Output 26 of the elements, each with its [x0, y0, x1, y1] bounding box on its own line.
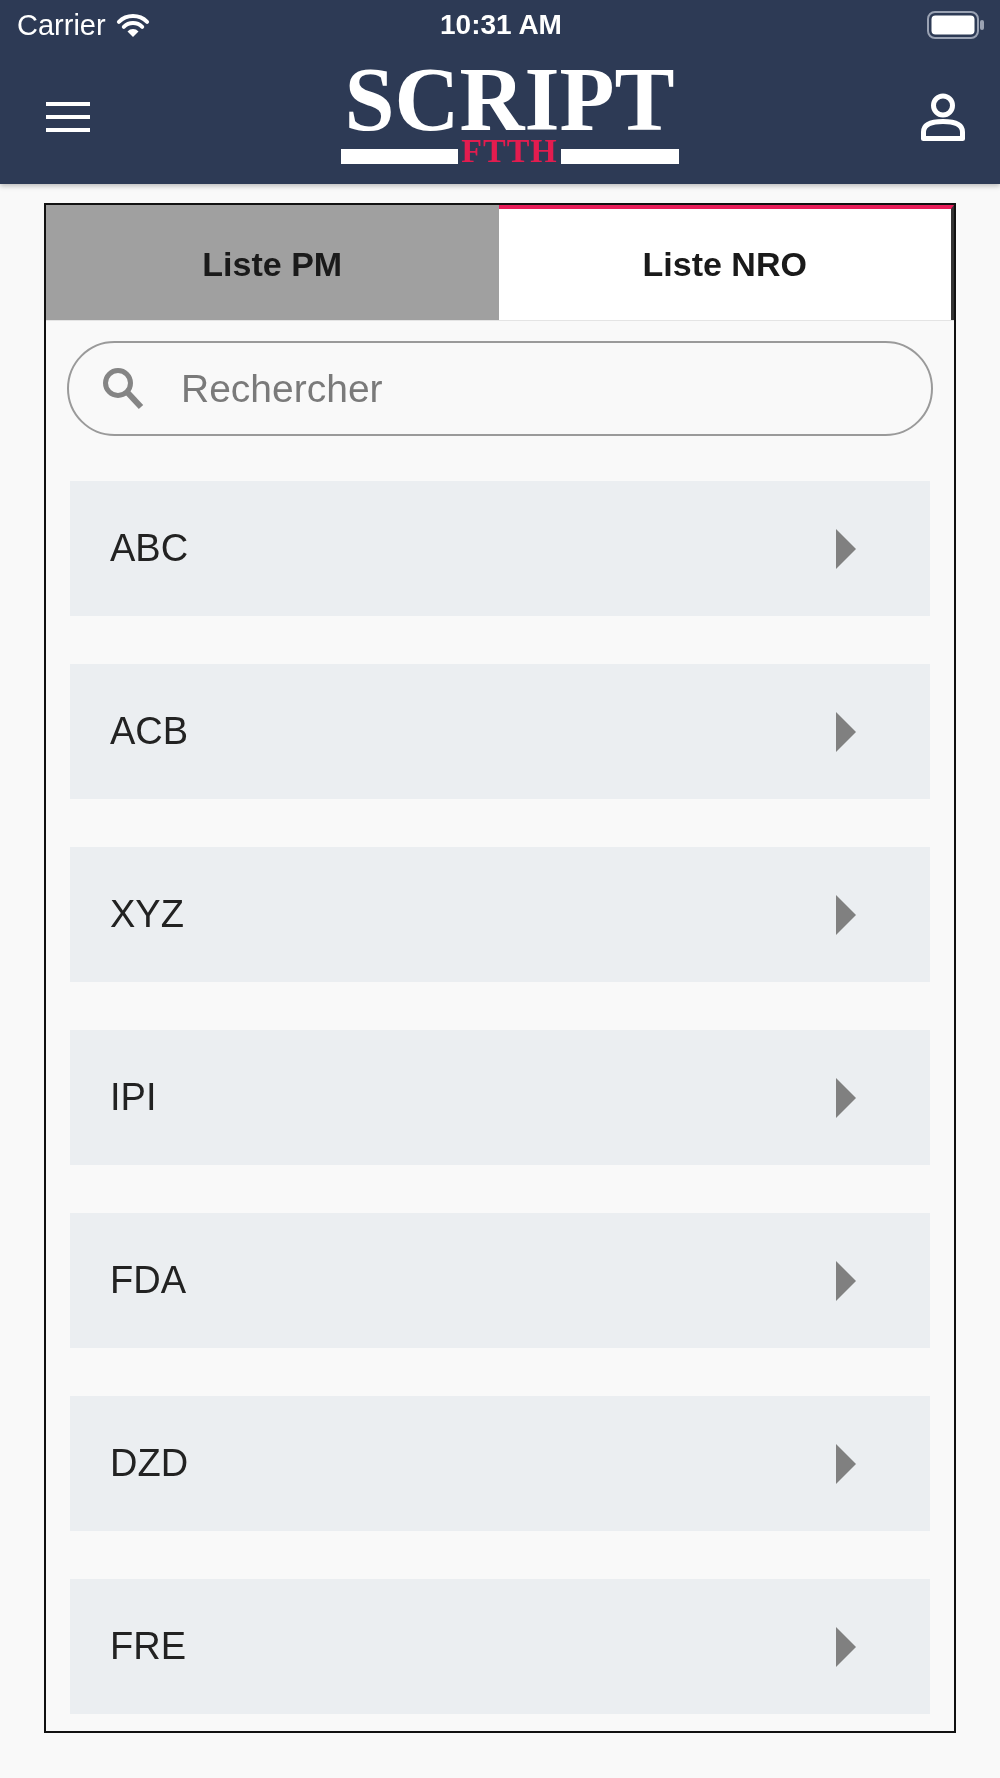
menu-icon[interactable] — [46, 102, 90, 132]
caret-icon — [836, 894, 856, 935]
list-item[interactable]: FDA — [70, 1213, 930, 1348]
logo-subtitle: FTTH — [460, 138, 559, 164]
person-icon[interactable] — [919, 93, 967, 141]
list-item[interactable]: IPI — [70, 1030, 930, 1165]
caret-icon — [836, 1077, 856, 1118]
clock-time: 10:31 AM — [440, 9, 562, 41]
battery-icon — [927, 11, 985, 39]
logo-title: SCRIPT — [343, 62, 676, 138]
tab[interactable]: Liste NRO — [498, 205, 954, 320]
list-item[interactable]: DZD — [70, 1396, 930, 1531]
wifi-icon — [114, 12, 151, 38]
search-field[interactable]: Rechercher — [67, 341, 933, 436]
list-item[interactable]: ACB — [70, 664, 930, 799]
search-icon — [102, 367, 144, 410]
caret-icon — [836, 1443, 856, 1484]
carrier-label: Carrier — [17, 8, 106, 42]
caret-icon — [836, 1626, 856, 1667]
list-item[interactable]: FRE — [70, 1579, 930, 1714]
caret-icon — [836, 711, 856, 752]
list-item[interactable]: XYZ — [70, 847, 930, 982]
tab[interactable]: Liste PM — [46, 205, 499, 320]
caret-icon — [836, 528, 856, 569]
list-item[interactable]: ABC — [70, 481, 930, 616]
caret-icon — [836, 1260, 856, 1301]
